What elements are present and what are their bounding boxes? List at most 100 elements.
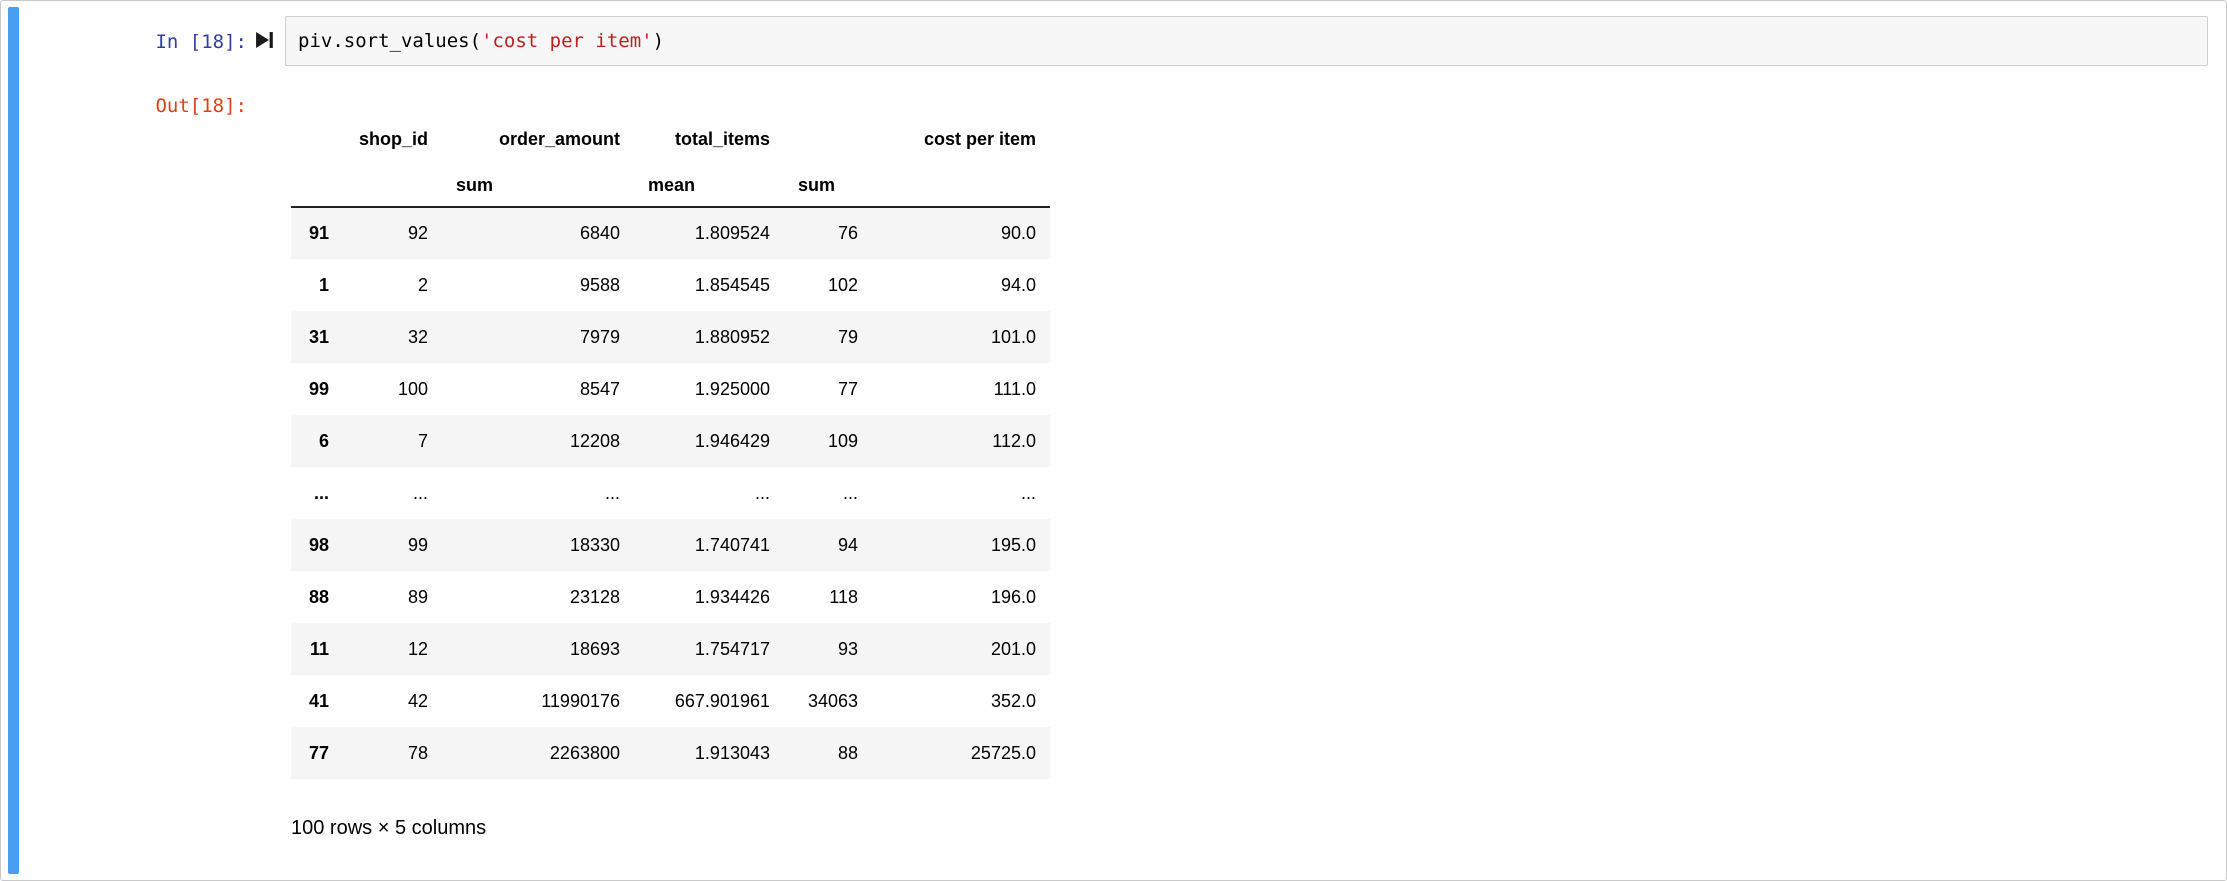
- cell: 109: [827, 430, 858, 451]
- dataframe-dimensions: 100 rows × 5 columns: [291, 817, 487, 839]
- cell: 7: [417, 430, 428, 451]
- table-row: 88 89 23128 1.934426 118 196.0: [291, 571, 1050, 623]
- cell: 1.880952: [694, 326, 770, 347]
- cell: 88: [837, 742, 858, 763]
- code-string-literal: 'cost per item': [481, 30, 653, 52]
- cell: 1.854545: [694, 274, 770, 295]
- table-row: 91 92 6840 1.809524 76 90.0: [291, 207, 1050, 259]
- cell: 79: [837, 326, 858, 347]
- cell: ...: [1020, 482, 1036, 503]
- dataframe-header: shop_id order_amount total_items cost per i…: [291, 113, 1050, 208]
- row-index: 88: [308, 586, 329, 607]
- row-index: 11: [309, 638, 329, 659]
- selected-cell-indicator[interactable]: [8, 7, 19, 874]
- cell: 94.0: [1000, 274, 1036, 295]
- run-to-end-icon[interactable]: [253, 29, 275, 51]
- cell: 1.913043: [694, 742, 770, 763]
- cell: 34063: [807, 690, 858, 711]
- table-row: 11 12 18693 1.754717 93 201.0: [291, 623, 1050, 675]
- row-index: 98: [308, 534, 329, 555]
- row-index: 31: [308, 326, 329, 347]
- code-line: piv.sort_values('cost per item'): [298, 29, 2195, 53]
- agg-header: sum: [442, 165, 634, 208]
- table-row: 99 100 8547 1.925000 77 111.0: [291, 363, 1050, 415]
- cell: ...: [842, 482, 858, 503]
- cell: 42: [407, 690, 428, 711]
- cell: ...: [412, 482, 428, 503]
- cell: 12: [407, 638, 428, 659]
- cell: 11990176: [541, 690, 620, 711]
- row-index: 77: [308, 742, 329, 763]
- column-header: shop_id: [358, 128, 428, 149]
- cell: 78: [407, 742, 428, 763]
- cell: 196.0: [990, 586, 1036, 607]
- cell: 18330: [569, 534, 620, 555]
- cell: 1.946429: [694, 430, 770, 451]
- cell: 667.901961: [674, 690, 770, 711]
- agg-header: sum: [784, 165, 872, 208]
- table-row: ..................: [291, 467, 1050, 519]
- cell: 12208: [569, 430, 620, 451]
- agg-header: [343, 165, 442, 208]
- row-index: 1: [318, 274, 329, 295]
- table-row: 98 99 18330 1.740741 94 195.0: [291, 519, 1050, 571]
- cell: 25725.0: [970, 742, 1036, 763]
- cell: 94: [837, 534, 858, 555]
- cell: 1.809524: [694, 223, 770, 243]
- cell: 102: [827, 274, 858, 295]
- cell-output: shop_id order_amount total_items cost per i…: [291, 113, 1050, 840]
- column-header: total_items: [674, 128, 770, 149]
- cell: 112.0: [992, 430, 1036, 451]
- cell: 2263800: [549, 742, 620, 763]
- cell: 32: [407, 326, 428, 347]
- cell: 1.934426: [694, 586, 770, 607]
- cell: 8547: [579, 378, 620, 399]
- cell: 118: [829, 586, 858, 607]
- cell: 23128: [569, 586, 620, 607]
- index-header-blank: [291, 113, 343, 165]
- cell: 1.740741: [694, 534, 770, 555]
- cell: 90.0: [1000, 223, 1036, 243]
- input-prompt: In [18]:: [155, 31, 247, 53]
- cell: 99: [407, 534, 428, 555]
- cell: 111.0: [993, 378, 1036, 399]
- column-header: order_amount: [498, 128, 620, 149]
- cell: 1.754717: [694, 638, 770, 659]
- table-row: 31 32 7979 1.880952 79 101.0: [291, 311, 1050, 363]
- row-index: ...: [313, 482, 329, 503]
- table-row: 6 7 12208 1.946429 109 112.0: [291, 415, 1050, 467]
- cell: 6840: [579, 223, 620, 243]
- cell: 77: [837, 378, 858, 399]
- cell: 89: [407, 586, 428, 607]
- column-header: cost per item: [923, 128, 1036, 149]
- agg-header: [872, 165, 1050, 208]
- cell: 2: [417, 274, 428, 295]
- output-prompt: Out[18]:: [155, 95, 247, 117]
- table-row: 77 78 2263800 1.913043 88 25725.0: [291, 727, 1050, 779]
- code-editor[interactable]: piv.sort_values('cost per item'): [285, 16, 2208, 66]
- cell: ...: [604, 482, 620, 503]
- row-index: 6: [318, 430, 329, 451]
- cell: 9588: [579, 274, 620, 295]
- row-index: 41: [308, 690, 329, 711]
- cell: ...: [754, 482, 770, 503]
- index-subheader-blank: [291, 165, 343, 208]
- column-header: [784, 113, 872, 165]
- cell: 100: [397, 378, 428, 399]
- cell: 195.0: [990, 534, 1036, 555]
- cell: 7979: [579, 326, 620, 347]
- notebook-area: In [18]: piv.sort_values('cost per item'…: [0, 0, 2227, 881]
- table-row: 1 2 9588 1.854545 102 94.0: [291, 259, 1050, 311]
- dataframe-table: shop_id order_amount total_items cost per i…: [291, 113, 1050, 779]
- cell: 1.925000: [694, 378, 770, 399]
- cell: 93: [837, 638, 858, 659]
- cell: 201.0: [990, 638, 1036, 659]
- code-text-post: ): [652, 30, 665, 52]
- code-text-pre: piv.sort_values(: [298, 30, 482, 52]
- cell: 101.0: [990, 326, 1036, 347]
- cell: 76: [837, 223, 858, 243]
- table-row: 41 42 11990176 667.901961 34063 352.0: [291, 675, 1050, 727]
- dataframe-body: 91 92 6840 1.809524 76 90.0 1 2 9588 1.854545 102 9…: [291, 207, 1050, 779]
- row-index: 91: [308, 223, 329, 243]
- row-index: 99: [308, 378, 329, 399]
